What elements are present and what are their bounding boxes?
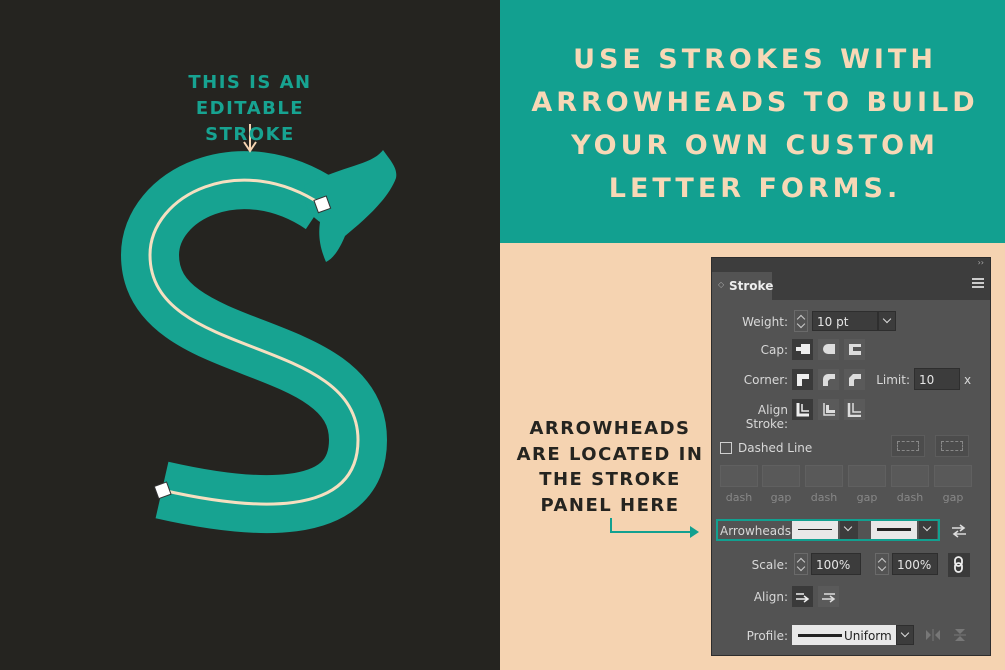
limit-label: Limit:	[876, 373, 910, 387]
panel-menu-icon[interactable]	[972, 278, 984, 288]
dashed-line-checkbox[interactable]	[720, 442, 732, 454]
limit-field[interactable]: 10	[914, 368, 960, 390]
dash-label: dash	[810, 491, 838, 504]
limit-unit: x	[964, 373, 972, 387]
miter-join-button[interactable]	[792, 369, 813, 390]
link-scale-button[interactable]	[948, 553, 970, 577]
arrowheads-location-note: Arrowheads are located in the stroke pan…	[516, 418, 704, 516]
dash-label: dash	[896, 491, 924, 504]
profile-label: Profile:	[746, 629, 788, 643]
dashed-line-label: Dashed Line	[738, 441, 813, 455]
dash-label: dash	[725, 491, 753, 504]
weight-stepper[interactable]	[794, 310, 808, 332]
gap-label: gap	[770, 491, 792, 504]
dash-align-corners-icon[interactable]	[935, 435, 969, 457]
weight-label: Weight:	[742, 315, 788, 329]
corner-label: Corner:	[743, 373, 788, 387]
pointer-arrow-icon	[610, 518, 696, 533]
editable-stroke-note: This is an editable stroke	[188, 72, 312, 145]
dash-field-1[interactable]	[720, 465, 758, 487]
align-inside-button[interactable]	[818, 399, 839, 420]
profile-select[interactable]: Uniform	[792, 625, 896, 645]
profile-dropdown[interactable]	[896, 625, 914, 645]
swap-arrowheads-icon[interactable]	[950, 523, 968, 539]
align-label: Align:	[753, 590, 788, 604]
end-arrowhead-dropdown[interactable]	[919, 521, 937, 539]
butt-cap-button[interactable]	[792, 339, 813, 360]
start-scale-stepper[interactable]	[794, 553, 808, 575]
cap-label: Cap:	[760, 343, 788, 357]
weight-field[interactable]: 10 pt	[812, 311, 878, 331]
align-outside-button[interactable]	[844, 399, 865, 420]
projecting-cap-button[interactable]	[844, 339, 865, 360]
arrowheads-label: Arrowheads:	[720, 524, 796, 538]
dash-field-3[interactable]	[891, 465, 929, 487]
dash-field-2[interactable]	[805, 465, 843, 487]
weight-dropdown[interactable]	[878, 311, 896, 331]
gap-field-3[interactable]	[934, 465, 972, 487]
profile-value: Uniform	[844, 629, 892, 643]
gap-label: gap	[856, 491, 878, 504]
align-center-button[interactable]	[792, 399, 813, 420]
gap-field-2[interactable]	[848, 465, 886, 487]
flip-across-icon[interactable]	[952, 627, 968, 643]
end-scale-stepper[interactable]	[875, 553, 889, 575]
tab-stroke[interactable]: ◇ Stroke	[712, 272, 773, 300]
gap-field-1[interactable]	[762, 465, 800, 487]
round-cap-button[interactable]	[818, 339, 839, 360]
place-arrow-tip-button[interactable]	[818, 586, 839, 607]
end-arrowhead-select[interactable]	[871, 521, 917, 539]
flip-along-icon[interactable]	[924, 627, 942, 643]
bevel-join-button[interactable]	[844, 369, 865, 390]
headline-text: Use strokes with arrowheads to build you…	[531, 44, 979, 204]
extend-arrow-tip-button[interactable]	[792, 586, 813, 607]
align-stroke-label: Align Stroke:	[745, 403, 788, 431]
stroke-panel: ›› ◇ Stroke Weight: 10 pt Cap: Corner: L…	[711, 257, 991, 656]
scale-label: Scale:	[751, 558, 788, 572]
gap-label: gap	[942, 491, 964, 504]
start-scale-field[interactable]: 100%	[811, 553, 861, 575]
end-scale-field[interactable]: 100%	[892, 553, 938, 575]
round-join-button[interactable]	[818, 369, 839, 390]
start-arrowhead-dropdown[interactable]	[840, 521, 858, 539]
dash-preserve-icon[interactable]	[891, 435, 925, 457]
collapse-icon[interactable]: ››	[978, 258, 984, 267]
tab-toggle-icon: ◇	[718, 280, 725, 289]
start-arrowhead-select[interactable]	[792, 521, 838, 539]
